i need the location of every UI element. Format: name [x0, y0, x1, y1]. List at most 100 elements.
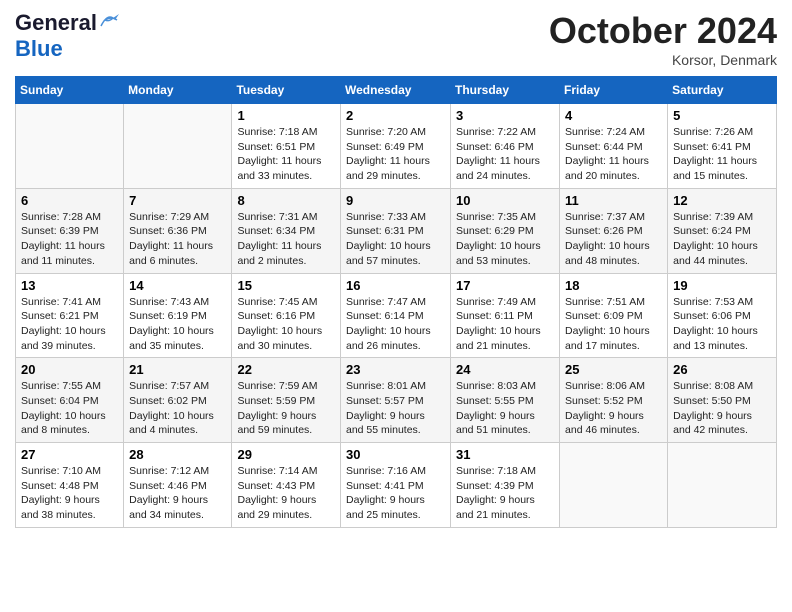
day-info: Sunrise: 7:45 AM Sunset: 6:16 PM Dayligh… — [237, 295, 335, 354]
day-info: Sunrise: 8:01 AM Sunset: 5:57 PM Dayligh… — [346, 379, 445, 438]
day-number: 18 — [565, 278, 662, 293]
day-info: Sunrise: 7:14 AM Sunset: 4:43 PM Dayligh… — [237, 464, 335, 523]
weekday-header-monday: Monday — [124, 77, 232, 104]
weekday-header-tuesday: Tuesday — [232, 77, 341, 104]
day-cell: 14 Sunrise: 7:43 AM Sunset: 6:19 PM Dayli… — [124, 273, 232, 358]
day-info: Sunrise: 8:06 AM Sunset: 5:52 PM Dayligh… — [565, 379, 662, 438]
day-info: Sunrise: 7:35 AM Sunset: 6:29 PM Dayligh… — [456, 210, 554, 269]
day-number: 24 — [456, 362, 554, 377]
day-cell — [668, 443, 777, 528]
day-number: 6 — [21, 193, 118, 208]
day-number: 19 — [673, 278, 771, 293]
day-info: Sunrise: 7:16 AM Sunset: 4:41 PM Dayligh… — [346, 464, 445, 523]
calendar-table: SundayMondayTuesdayWednesdayThursdayFrid… — [15, 76, 777, 528]
day-number: 8 — [237, 193, 335, 208]
day-info: Sunrise: 7:26 AM Sunset: 6:41 PM Dayligh… — [673, 125, 771, 184]
day-info: Sunrise: 7:43 AM Sunset: 6:19 PM Dayligh… — [129, 295, 226, 354]
day-cell: 15 Sunrise: 7:45 AM Sunset: 6:16 PM Dayli… — [232, 273, 341, 358]
day-number: 25 — [565, 362, 662, 377]
day-number: 13 — [21, 278, 118, 293]
day-number: 29 — [237, 447, 335, 462]
weekday-header-saturday: Saturday — [668, 77, 777, 104]
day-info: Sunrise: 7:57 AM Sunset: 6:02 PM Dayligh… — [129, 379, 226, 438]
calendar-body: 1Sunrise: 7:18 AM Sunset: 6:51 PM Daylig… — [16, 104, 777, 528]
day-cell — [124, 104, 232, 189]
week-row-1: 1Sunrise: 7:18 AM Sunset: 6:51 PM Daylig… — [16, 104, 777, 189]
day-cell: 5 Sunrise: 7:26 AM Sunset: 6:41 PM Daylig… — [668, 104, 777, 189]
day-number: 11 — [565, 193, 662, 208]
weekday-header-row: SundayMondayTuesdayWednesdayThursdayFrid… — [16, 77, 777, 104]
day-info: Sunrise: 7:51 AM Sunset: 6:09 PM Dayligh… — [565, 295, 662, 354]
day-number: 30 — [346, 447, 445, 462]
day-cell: 7 Sunrise: 7:29 AM Sunset: 6:36 PM Daylig… — [124, 188, 232, 273]
day-cell: 30 Sunrise: 7:16 AM Sunset: 4:41 PM Dayli… — [341, 443, 451, 528]
day-info: Sunrise: 7:20 AM Sunset: 6:49 PM Dayligh… — [346, 125, 445, 184]
day-cell: 26Sunrise: 8:08 AM Sunset: 5:50 PM Dayli… — [668, 358, 777, 443]
title-block: October 2024 Korsor, Denmark — [549, 10, 777, 68]
logo-general: General — [15, 10, 97, 36]
day-number: 22 — [237, 362, 335, 377]
day-cell: 29 Sunrise: 7:14 AM Sunset: 4:43 PM Dayli… — [232, 443, 341, 528]
day-cell: 28 Sunrise: 7:12 AM Sunset: 4:46 PM Dayli… — [124, 443, 232, 528]
day-info: Sunrise: 7:33 AM Sunset: 6:31 PM Dayligh… — [346, 210, 445, 269]
logo: General Blue — [15, 10, 121, 62]
week-row-4: 20 Sunrise: 7:55 AM Sunset: 6:04 PM Dayli… — [16, 358, 777, 443]
day-info: Sunrise: 7:55 AM Sunset: 6:04 PM Dayligh… — [21, 379, 118, 438]
day-cell: 8Sunrise: 7:31 AM Sunset: 6:34 PM Daylig… — [232, 188, 341, 273]
day-cell: 6 Sunrise: 7:28 AM Sunset: 6:39 PM Daylig… — [16, 188, 124, 273]
day-info: Sunrise: 7:29 AM Sunset: 6:36 PM Dayligh… — [129, 210, 226, 269]
day-number: 10 — [456, 193, 554, 208]
day-cell: 27 Sunrise: 7:10 AM Sunset: 4:48 PM Dayli… — [16, 443, 124, 528]
day-info: Sunrise: 7:53 AM Sunset: 6:06 PM Dayligh… — [673, 295, 771, 354]
day-info: Sunrise: 8:03 AM Sunset: 5:55 PM Dayligh… — [456, 379, 554, 438]
day-info: Sunrise: 7:39 AM Sunset: 6:24 PM Dayligh… — [673, 210, 771, 269]
day-cell: 20 Sunrise: 7:55 AM Sunset: 6:04 PM Dayli… — [16, 358, 124, 443]
day-cell: 23Sunrise: 8:01 AM Sunset: 5:57 PM Dayli… — [341, 358, 451, 443]
day-cell: 21 Sunrise: 7:57 AM Sunset: 6:02 PM Dayli… — [124, 358, 232, 443]
day-cell: 13 Sunrise: 7:41 AM Sunset: 6:21 PM Dayli… — [16, 273, 124, 358]
day-cell: 11 Sunrise: 7:37 AM Sunset: 6:26 PM Dayli… — [560, 188, 668, 273]
day-number: 15 — [237, 278, 335, 293]
weekday-header-friday: Friday — [560, 77, 668, 104]
weekday-header-wednesday: Wednesday — [341, 77, 451, 104]
day-cell: 3Sunrise: 7:22 AM Sunset: 6:46 PM Daylig… — [451, 104, 560, 189]
day-cell: 16 Sunrise: 7:47 AM Sunset: 6:14 PM Dayli… — [341, 273, 451, 358]
day-number: 27 — [21, 447, 118, 462]
logo-bird-icon — [99, 12, 121, 30]
day-info: Sunrise: 7:28 AM Sunset: 6:39 PM Dayligh… — [21, 210, 118, 269]
day-info: Sunrise: 7:47 AM Sunset: 6:14 PM Dayligh… — [346, 295, 445, 354]
day-info: Sunrise: 7:41 AM Sunset: 6:21 PM Dayligh… — [21, 295, 118, 354]
day-number: 7 — [129, 193, 226, 208]
day-number: 20 — [21, 362, 118, 377]
day-info: Sunrise: 7:10 AM Sunset: 4:48 PM Dayligh… — [21, 464, 118, 523]
day-cell: 2Sunrise: 7:20 AM Sunset: 6:49 PM Daylig… — [341, 104, 451, 189]
day-number: 14 — [129, 278, 226, 293]
day-number: 3 — [456, 108, 554, 123]
day-number: 16 — [346, 278, 445, 293]
day-number: 1 — [237, 108, 335, 123]
day-cell: 25 Sunrise: 8:06 AM Sunset: 5:52 PM Dayli… — [560, 358, 668, 443]
day-info: Sunrise: 7:18 AM Sunset: 4:39 PM Dayligh… — [456, 464, 554, 523]
day-number: 21 — [129, 362, 226, 377]
day-info: Sunrise: 7:24 AM Sunset: 6:44 PM Dayligh… — [565, 125, 662, 184]
page-header: General Blue October 2024 Korsor, Denmar… — [15, 10, 777, 68]
month-title: October 2024 — [549, 10, 777, 52]
day-cell: 17Sunrise: 7:49 AM Sunset: 6:11 PM Dayli… — [451, 273, 560, 358]
day-cell: 24 Sunrise: 8:03 AM Sunset: 5:55 PM Dayli… — [451, 358, 560, 443]
day-cell: 19 Sunrise: 7:53 AM Sunset: 6:06 PM Dayli… — [668, 273, 777, 358]
day-number: 12 — [673, 193, 771, 208]
day-number: 4 — [565, 108, 662, 123]
day-number: 28 — [129, 447, 226, 462]
logo-blue: Blue — [15, 36, 63, 62]
weekday-header-thursday: Thursday — [451, 77, 560, 104]
day-cell: 4 Sunrise: 7:24 AM Sunset: 6:44 PM Daylig… — [560, 104, 668, 189]
day-number: 17 — [456, 278, 554, 293]
week-row-3: 13 Sunrise: 7:41 AM Sunset: 6:21 PM Dayli… — [16, 273, 777, 358]
day-cell — [16, 104, 124, 189]
day-cell: 9Sunrise: 7:33 AM Sunset: 6:31 PM Daylig… — [341, 188, 451, 273]
day-info: Sunrise: 7:12 AM Sunset: 4:46 PM Dayligh… — [129, 464, 226, 523]
day-info: Sunrise: 7:37 AM Sunset: 6:26 PM Dayligh… — [565, 210, 662, 269]
day-number: 26 — [673, 362, 771, 377]
day-cell: 1Sunrise: 7:18 AM Sunset: 6:51 PM Daylig… — [232, 104, 341, 189]
day-number: 5 — [673, 108, 771, 123]
